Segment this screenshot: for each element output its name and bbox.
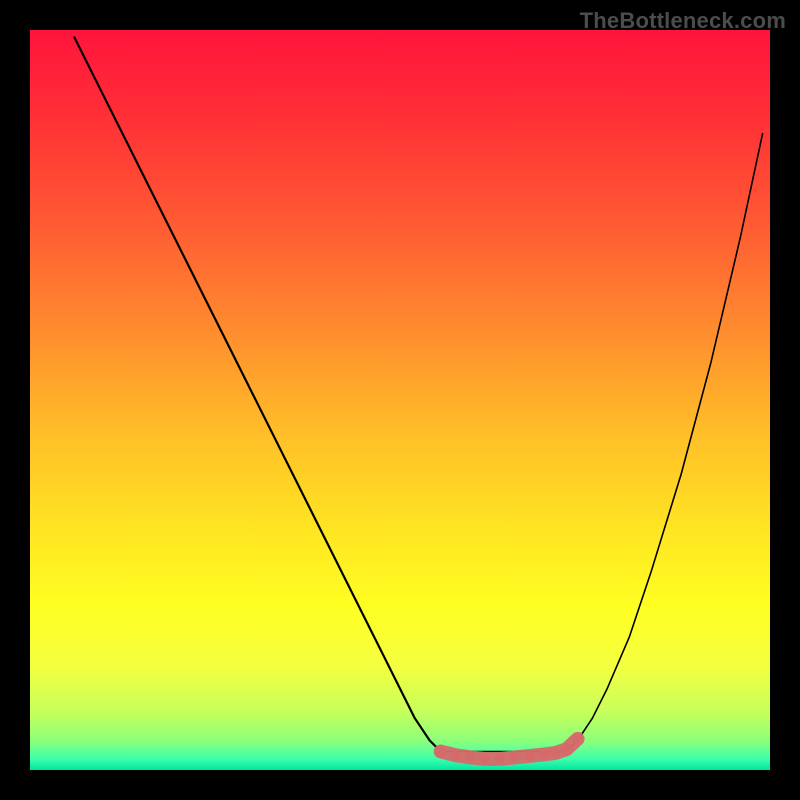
plot-area (30, 30, 770, 770)
bottleneck-curve-chart (30, 30, 770, 770)
chart-frame: TheBottleneck.com (0, 0, 800, 800)
watermark-text: TheBottleneck.com (580, 8, 786, 34)
